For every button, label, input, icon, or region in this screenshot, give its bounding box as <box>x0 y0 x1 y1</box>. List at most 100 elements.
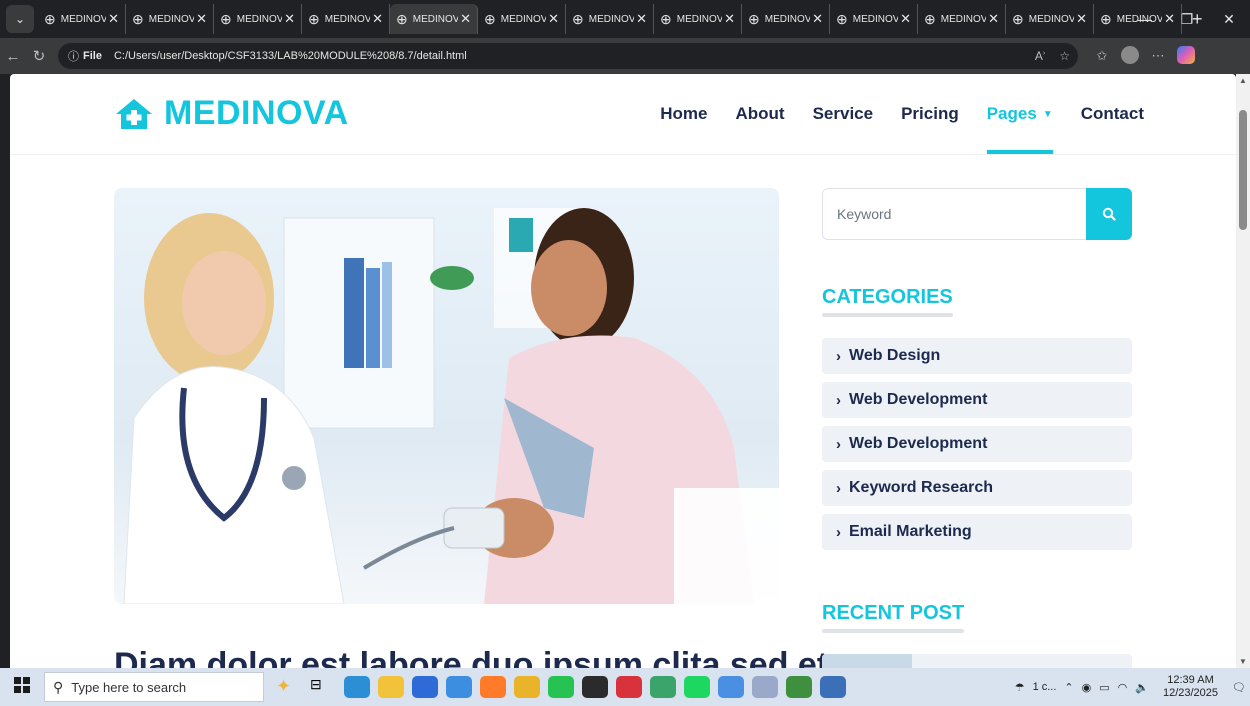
firefox-app-icon[interactable] <box>480 676 506 698</box>
weather-text[interactable]: 1 c... <box>1033 681 1057 693</box>
nav-link-contact[interactable]: Contact <box>1081 74 1144 154</box>
volume-icon[interactable]: 🔈 <box>1135 681 1149 694</box>
start-button[interactable] <box>0 676 44 698</box>
close-tab-icon[interactable]: ✕ <box>988 11 999 27</box>
browser-tab[interactable]: ⊕ MEDINOVA✕ <box>302 4 390 34</box>
notification-icon[interactable]: 🗨 <box>1232 681 1246 694</box>
browser-tab[interactable]: ⊕ MEDINOVA✕ <box>126 4 214 34</box>
scroll-down-icon[interactable]: ▼ <box>1239 657 1247 666</box>
file-label: File <box>83 50 102 62</box>
browser-tab[interactable]: ⊕ MEDINOVA✕ <box>742 4 830 34</box>
search-button[interactable] <box>1086 188 1132 240</box>
browser-tab[interactable]: ⊕ MEDINOVA✕ <box>566 4 654 34</box>
refresh-icon[interactable]: ↻ <box>26 47 52 65</box>
copilot-icon[interactable] <box>1172 45 1200 67</box>
wps-app-icon[interactable] <box>616 676 642 698</box>
chevron-right-icon: › <box>836 391 841 409</box>
help-app-icon[interactable] <box>820 676 846 698</box>
page-scrollbar[interactable]: ▲ ▼ <box>1236 74 1250 668</box>
taskbar-search-placeholder: Type here to search <box>71 679 187 695</box>
close-tab-icon[interactable]: ✕ <box>196 11 207 27</box>
category-label: Web Development <box>849 391 988 408</box>
globe-icon: ⊕ <box>572 10 584 27</box>
close-window-button[interactable]: ✕ <box>1208 11 1250 28</box>
edge-profile-icon[interactable] <box>786 676 812 698</box>
app-icon[interactable] <box>752 676 778 698</box>
url-field[interactable]: ⓘ File C:/Users/user/Desktop/CSF3133/LAB… <box>58 43 1078 69</box>
edge-app-icon[interactable] <box>344 676 370 698</box>
clock[interactable]: 12:39 AM 12/23/2025 <box>1163 674 1218 700</box>
site-logo[interactable]: MEDINOVA <box>114 94 349 133</box>
chrome-app-icon[interactable] <box>514 676 540 698</box>
category-item[interactable]: › Web Development <box>822 426 1132 462</box>
tab-title: MEDINOVA <box>676 13 723 25</box>
category-item[interactable]: › Keyword Research <box>822 470 1132 506</box>
browser-tab[interactable]: ⊕ MEDINOVA✕ <box>654 4 742 34</box>
browser-tab[interactable]: ⊕ MEDINOVA✕ <box>1006 4 1094 34</box>
scrollbar-thumb[interactable] <box>1239 110 1247 230</box>
category-item[interactable]: › Web Development <box>822 382 1132 418</box>
file-explorer-icon[interactable] <box>378 676 404 698</box>
nav-link-pages[interactable]: Pages ▼ <box>986 74 1053 154</box>
category-label: Email Marketing <box>849 523 972 540</box>
chrome-profile-icon[interactable] <box>650 676 676 698</box>
network-icon[interactable]: ◉ <box>1082 681 1092 694</box>
close-tab-icon[interactable]: ✕ <box>812 11 823 27</box>
whatsapp-app-icon[interactable] <box>548 676 574 698</box>
recent-post-item[interactable] <box>822 654 1132 668</box>
chevron-up-icon[interactable]: ⌃ <box>1064 681 1073 694</box>
telegram-app-icon[interactable] <box>718 676 744 698</box>
restore-button[interactable]: ❐ <box>1166 11 1208 28</box>
close-tab-icon[interactable]: ✕ <box>724 11 735 27</box>
task-view-icon[interactable]: ⊟ <box>310 676 336 698</box>
browser-tab[interactable]: ⊕ MEDINOVA✕ <box>38 4 126 34</box>
more-menu-icon[interactable]: ⋯ <box>1144 48 1172 64</box>
taskbar-search-box[interactable]: ⚲ Type here to search <box>44 672 264 702</box>
favorite-star-icon[interactable]: ☆ <box>1059 49 1070 63</box>
profile-avatar[interactable] <box>1116 45 1144 67</box>
nav-link-service[interactable]: Service <box>813 74 874 154</box>
close-tab-icon[interactable]: ✕ <box>284 11 295 27</box>
tab-actions-button[interactable]: ⌄ <box>6 5 34 33</box>
close-tab-icon[interactable]: ✕ <box>108 11 119 27</box>
close-tab-icon[interactable]: ✕ <box>900 11 911 27</box>
browser-tab[interactable]: ⊕ MEDINOVA✕ <box>390 4 478 34</box>
info-icon[interactable]: ⓘ <box>68 48 79 64</box>
close-tab-icon[interactable]: ✕ <box>460 11 471 27</box>
spotify-app-icon[interactable] <box>684 676 710 698</box>
nav-link-pricing[interactable]: Pricing <box>901 74 959 154</box>
recent-post-heading-text: RECENT POST <box>822 602 965 624</box>
close-tab-icon[interactable]: ✕ <box>372 11 383 27</box>
minimize-button[interactable]: — <box>1124 11 1166 27</box>
globe-icon: ⊕ <box>396 10 408 27</box>
keyword-search-input[interactable] <box>822 188 1086 240</box>
read-aloud-icon[interactable]: A› <box>1035 49 1045 63</box>
nav-link-about[interactable]: About <box>736 74 785 154</box>
weather-icon[interactable]: ☂ <box>1015 681 1025 694</box>
wifi-icon[interactable]: ◠ <box>1118 681 1128 694</box>
category-item[interactable]: › Web Design <box>822 338 1132 374</box>
favorites-icon[interactable]: ✩ <box>1088 48 1116 64</box>
app-icon[interactable] <box>582 676 608 698</box>
browser-tab[interactable]: ⊕ MEDINOVA✕ <box>918 4 1006 34</box>
battery-icon[interactable]: ▭ <box>1099 681 1109 694</box>
close-tab-icon[interactable]: ✕ <box>548 11 559 27</box>
close-tab-icon[interactable]: ✕ <box>636 11 647 27</box>
tab-title: MEDINOVA <box>588 13 635 25</box>
taskbar-apps: ✦ ⊟ <box>272 676 850 698</box>
browser-tab[interactable]: ⊕ MEDINOVA✕ <box>830 4 918 34</box>
back-icon[interactable]: ← <box>0 48 26 65</box>
store-app-icon[interactable] <box>412 676 438 698</box>
mail-app-icon[interactable] <box>446 676 472 698</box>
globe-icon: ⊕ <box>1012 10 1024 27</box>
nav-link-home[interactable]: Home <box>660 74 707 154</box>
category-label: Web Design <box>849 347 941 364</box>
category-item[interactable]: › Email Marketing <box>822 514 1132 550</box>
browser-tab[interactable]: ⊕ MEDINOVA✕ <box>214 4 302 34</box>
search-icon <box>1102 207 1116 221</box>
sparkle-icon[interactable]: ✦ <box>276 676 302 698</box>
close-tab-icon[interactable]: ✕ <box>1076 11 1087 27</box>
scroll-up-icon[interactable]: ▲ <box>1239 76 1247 85</box>
tab-title: MEDINOVA <box>940 13 987 25</box>
browser-tab[interactable]: ⊕ MEDINOVA✕ <box>478 4 566 34</box>
